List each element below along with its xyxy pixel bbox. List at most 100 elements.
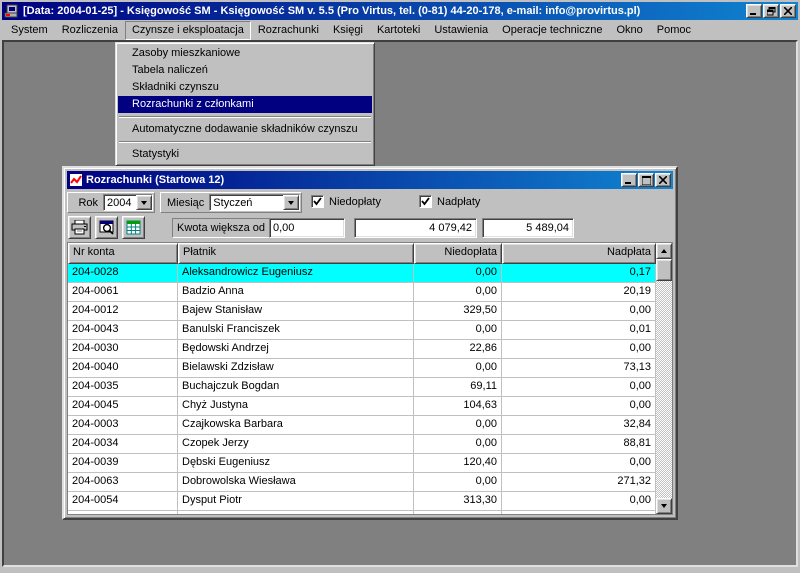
kwota-input[interactable]: 0,00: [269, 217, 345, 238]
scroll-thumb[interactable]: [656, 259, 672, 281]
cell-nadplata: 73,13: [502, 359, 656, 378]
rok-combobox[interactable]: 2004: [103, 194, 153, 211]
table-body: 204-0028 Aleksandrowicz Eugeniusz 0,00 0,17…: [68, 264, 656, 514]
column-header-3[interactable]: Nadpłata: [502, 243, 656, 264]
app-icon: [4, 4, 18, 18]
table-row-partial[interactable]: 204-0001Gawronek Henryk0,00111,50: [68, 511, 656, 514]
child-close-button[interactable]: [655, 173, 671, 187]
nadplaty-checkbox[interactable]: Nadpłaty: [419, 195, 480, 208]
child-title: Rozrachunki (Startowa 12): [86, 174, 225, 186]
preview-button[interactable]: [95, 216, 118, 239]
cell-platnik: Bielawski Zdzisław: [178, 359, 414, 378]
niedoplaty-label: Niedopłaty: [329, 195, 381, 208]
table-row[interactable]: 204-0061 Badzio Anna 0,00 20,19: [68, 283, 656, 302]
menubar: System Rozliczenia Czynsze i eksploatacja R…: [2, 20, 798, 40]
menu-item-okno[interactable]: Okno: [609, 21, 649, 40]
cell-nadplata: 88,81: [502, 435, 656, 454]
scroll-up-button[interactable]: [656, 243, 672, 259]
triangle-down-icon: [661, 504, 667, 508]
niedoplaty-checkbox[interactable]: Niedopłaty: [311, 195, 381, 208]
dropdown-item-automatyczne-dodawanie[interactable]: Automatyczne dodawanie składników czynsz…: [118, 121, 372, 138]
print-button[interactable]: [68, 216, 91, 239]
column-header-0[interactable]: Nr konta: [68, 243, 178, 264]
cell-nr-konta: 204-0063: [68, 473, 178, 492]
dropdown-item-zasoby-mieszkaniowe[interactable]: Zasoby mieszkaniowe: [118, 45, 372, 62]
cell-platnik: Czajkowska Barbara: [178, 416, 414, 435]
table-row[interactable]: 204-0035 Buchajczuk Bogdan 69,11 0,00: [68, 378, 656, 397]
scroll-track[interactable]: [656, 281, 672, 498]
niedoplata-total-field: 4 079,42: [354, 217, 477, 238]
dropdown-item-tabela-naliczen[interactable]: Tabela naliczeń: [118, 62, 372, 79]
cell-platnik: Buchajczuk Bogdan: [178, 378, 414, 397]
rok-label: Rok: [78, 196, 98, 209]
miesiac-combo-button[interactable]: [283, 195, 299, 210]
miesiac-combobox[interactable]: Styczeń: [209, 194, 300, 211]
column-header-1[interactable]: Płatnik: [178, 243, 414, 264]
dropdown-item-skladniki-czynszu[interactable]: Składniki czynszu: [118, 79, 372, 96]
window-title: [Data: 2004-01-25] - Księgowość SM - Ksi…: [23, 5, 641, 17]
window-titlebar: [Data: 2004-01-25] - Księgowość SM - Ksi…: [2, 2, 798, 20]
filters-row: Rok 2004 Miesiąc Styczeń Niedopłaty Nadp…: [67, 189, 673, 213]
close-button[interactable]: [780, 4, 796, 18]
rok-combo-button[interactable]: [136, 195, 152, 210]
table-row[interactable]: 204-0012 Bajew Stanisław 329,50 0,00: [68, 302, 656, 321]
cell-nr-konta: 204-0045: [68, 397, 178, 416]
close-icon: [659, 176, 667, 184]
cell-nadplata: 271,32: [502, 473, 656, 492]
export-button[interactable]: [122, 216, 145, 239]
table-main: Nr konta Płatnik Niedopłata Nadpłata 204-00…: [68, 243, 656, 514]
minimize-icon: [625, 182, 631, 184]
dropdown-item-statystyki[interactable]: Statystyki: [118, 146, 372, 163]
menu-item-pomoc[interactable]: Pomoc: [650, 21, 698, 40]
check-icon: [313, 197, 322, 206]
table-row[interactable]: 204-0003 Czajkowska Barbara 0,00 32,84: [68, 416, 656, 435]
cell-niedoplata: 104,63: [414, 397, 502, 416]
menu-item-rozrachunki[interactable]: Rozrachunki: [251, 21, 326, 40]
table-row[interactable]: 204-0054 Dysput Piotr 313,30 0,00: [68, 492, 656, 511]
minimize-icon: [750, 13, 756, 15]
table-row[interactable]: 204-0030 Będowski Andrzej 22,86 0,00: [68, 340, 656, 359]
vertical-scrollbar[interactable]: [656, 243, 672, 514]
cell-nadplata: 0,17: [502, 264, 656, 283]
table-row[interactable]: 204-0043 Banulski Franciszek 0,00 0,01: [68, 321, 656, 340]
cell-platnik: Dębski Eugeniusz: [178, 454, 414, 473]
table-row[interactable]: 204-0034 Czopek Jerzy 0,00 88,81: [68, 435, 656, 454]
cell-niedoplata: 0,00: [414, 264, 502, 283]
dropdown-item-rozrachunki-z-czlonkami[interactable]: Rozrachunki z członkami: [118, 96, 372, 113]
cell-niedoplata: 120,40: [414, 454, 502, 473]
table-row[interactable]: 204-0063 Dobrowolska Wiesława 0,00 271,32: [68, 473, 656, 492]
chevron-down-icon: [141, 200, 147, 205]
cell-platnik: Dobrowolska Wiesława: [178, 473, 414, 492]
table-row[interactable]: 204-0028 Aleksandrowicz Eugeniusz 0,00 0,17: [68, 264, 656, 283]
chevron-down-icon: [288, 200, 294, 205]
child-minimize-button[interactable]: [621, 173, 637, 187]
restore-button[interactable]: [763, 4, 779, 18]
magnifier-icon: [99, 220, 114, 235]
cell-niedoplata: 0,00: [414, 321, 502, 340]
menu-item-czynsze[interactable]: Czynsze i eksploatacja: [124, 20, 251, 40]
maximize-icon: [641, 175, 651, 185]
menu-item-operacje-techniczne[interactable]: Operacje techniczne: [495, 21, 609, 40]
checkbox-box: [311, 195, 324, 208]
column-header-2[interactable]: Niedopłata: [414, 243, 502, 264]
checkbox-box: [419, 195, 432, 208]
menu-item-ustawienia[interactable]: Ustawienia: [427, 21, 495, 40]
menu-item-kartoteki[interactable]: Kartoteki: [370, 21, 427, 40]
menu-item-system[interactable]: System: [4, 21, 55, 40]
toolbar-row: Kwota większa od 0,00 4 079,42 5 489,04: [67, 213, 673, 241]
menu-item-rozliczenia[interactable]: Rozliczenia: [55, 21, 125, 40]
cell-niedoplata: 0,00: [414, 473, 502, 492]
scroll-down-button[interactable]: [656, 498, 672, 514]
cell-platnik: Chyż Justyna: [178, 397, 414, 416]
minimize-button[interactable]: [746, 4, 762, 18]
cell-nadplata: 32,84: [502, 416, 656, 435]
cell-niedoplata: 0,00: [414, 435, 502, 454]
cell-platnik: Banulski Franciszek: [178, 321, 414, 340]
cell-platnik: Bajew Stanisław: [178, 302, 414, 321]
table-row[interactable]: 204-0045 Chyż Justyna 104,63 0,00: [68, 397, 656, 416]
cell-nr-konta: 204-0043: [68, 321, 178, 340]
menu-item-ksiegi[interactable]: Księgi: [326, 21, 370, 40]
table-row[interactable]: 204-0039 Dębski Eugeniusz 120,40 0,00: [68, 454, 656, 473]
child-maximize-button[interactable]: [638, 173, 654, 187]
table-row[interactable]: 204-0040 Bielawski Zdzisław 0,00 73,13: [68, 359, 656, 378]
